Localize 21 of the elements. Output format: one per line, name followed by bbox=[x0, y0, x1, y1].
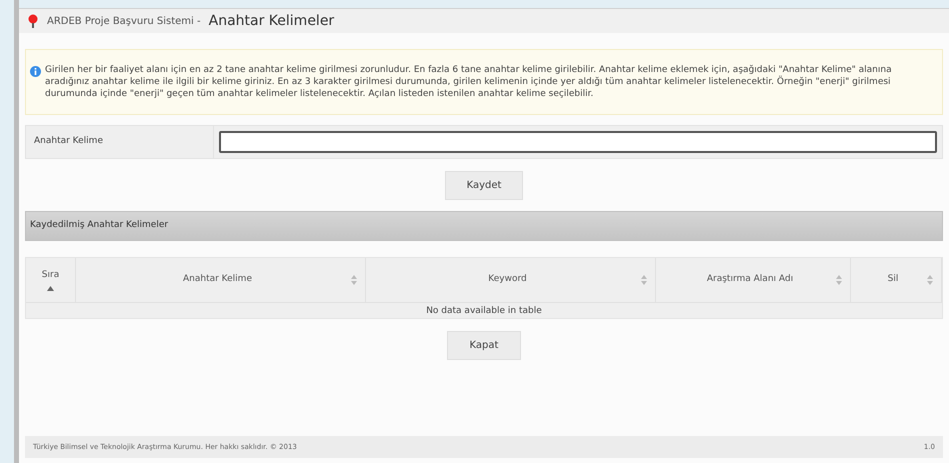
sort-ascending-icon bbox=[47, 286, 54, 292]
window-title: Anahtar Kelimeler bbox=[208, 12, 334, 30]
column-header[interactable]: Sil bbox=[851, 258, 942, 302]
pin-icon bbox=[27, 14, 39, 28]
close-button[interactable]: Kapat bbox=[447, 331, 521, 360]
empty-table-message: No data available in table bbox=[26, 302, 942, 318]
column-header[interactable]: Araştırma Alanı Adı bbox=[656, 258, 851, 302]
column-header[interactable]: Keyword bbox=[366, 258, 656, 302]
save-button[interactable]: Kaydet bbox=[445, 171, 523, 200]
keyword-input-field[interactable] bbox=[219, 131, 937, 153]
column-header[interactable]: Sıra bbox=[26, 258, 76, 302]
info-text: Girilen her bir faaliyet alanı için en az 2 tane anahtar kelime girilmesi zorunludur. En fazla 6 tane anahtar kelime girilebilir. Anahtar kelime eklemek için, aşağıdaki "Anahtar Kelime" alanına aradığınız anahtar kelime ile ilgili bir kelime giriniz. En az 3 karakter girilmesi durumunda, girilen kelimenin içinde yer aldığı tüm anahtar kelimeler listelenecektir. Örneğin "enerji" girilmesi durumunda içinde "enerji" geçen tüm anahtar kelimeler listelenecektir. Açılan listeden istenilen anahtar kelime seçilebilir. bbox=[45, 64, 893, 100]
sort-icon bbox=[927, 275, 933, 285]
column-header[interactable]: Anahtar Kelime bbox=[76, 258, 366, 302]
sort-icon bbox=[836, 275, 842, 285]
app-title: ARDEB Proje Başvuru Sistemi - bbox=[47, 14, 201, 28]
field-label: Anahtar Kelime bbox=[26, 126, 214, 158]
section-title: Kaydedilmiş Anahtar Kelimeler bbox=[30, 219, 168, 232]
sort-icon bbox=[641, 275, 647, 285]
sort-icon bbox=[351, 275, 357, 285]
info-icon bbox=[30, 66, 41, 77]
